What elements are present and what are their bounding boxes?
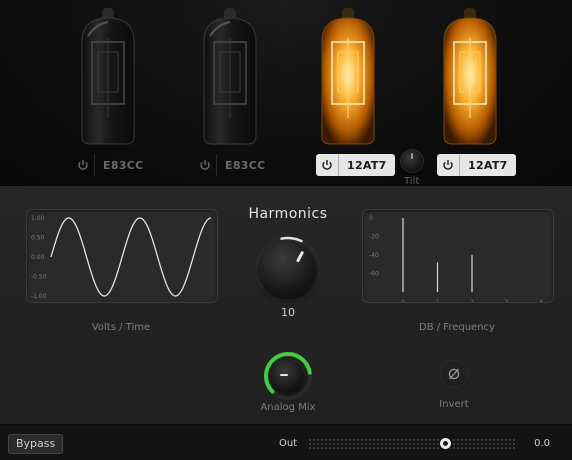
output-slider-thumb[interactable]: [440, 438, 451, 449]
spectrum-y-tick: 0: [369, 215, 373, 222]
spectrum-x-tick: 2: [470, 299, 474, 302]
spectrum-y-tick: -40: [369, 252, 379, 259]
scope-y-tick: 1.00: [31, 215, 45, 222]
tube-2-control: E83CC: [194, 154, 273, 176]
spectrum-y-tick: -20: [369, 234, 379, 241]
power-icon: [322, 160, 332, 170]
vacuum-tube-icon: [443, 8, 497, 145]
spectrum-x-tick: 4: [539, 299, 543, 302]
tube-3-control: 12AT7: [316, 154, 395, 176]
waveform-scope: 1.00 0.50 0.00 -0.50 -1.00: [26, 209, 218, 303]
harmonics-title: Harmonics: [248, 206, 328, 222]
tilt-knob[interactable]: [401, 150, 423, 172]
waveform-chart: 1.00 0.50 0.00 -0.50 -1.00: [31, 215, 212, 300]
tube-4: [434, 8, 506, 158]
analog-mix-label: Analog Mix: [260, 402, 316, 413]
scope-y-tick: 0.50: [31, 235, 45, 242]
invert-button[interactable]: [440, 360, 468, 388]
harmonics-value: 10: [281, 306, 295, 319]
phase-invert-icon: [448, 368, 460, 380]
tube-1-model-select[interactable]: E83CC: [95, 154, 151, 176]
spectrum-x-tick: 0: [401, 299, 405, 302]
plugin-window: E83CC E83CC 12AT7 Tilt 12AT7 1.00 0.50 0…: [0, 0, 572, 460]
spectrum-x-tick: 3: [505, 299, 509, 302]
spectrum-display: 0 -20 -40 -60 0 1 2 3 4: [362, 209, 554, 303]
tube-section: E83CC E83CC 12AT7 Tilt 12AT7: [0, 0, 572, 187]
scope-y-tick: -1.00: [31, 293, 47, 300]
invert-label: Invert: [439, 399, 469, 410]
waveform-caption: Volts / Time: [91, 322, 151, 333]
spectrum-y-tick: -60: [369, 271, 379, 278]
bottom-bar: Bypass Out 0.0: [0, 424, 572, 460]
analog-mix-knob[interactable]: [260, 350, 316, 400]
bypass-button[interactable]: Bypass: [8, 434, 64, 454]
power-icon: [78, 160, 88, 170]
waveform-line: [50, 217, 212, 297]
tube-1: [72, 8, 144, 158]
tube-4-model-select[interactable]: 12AT7: [460, 154, 516, 176]
tube-3-model-select[interactable]: 12AT7: [339, 154, 395, 176]
vacuum-tube-icon: [203, 8, 257, 145]
tube-3-power-button[interactable]: [316, 154, 339, 176]
scope-y-tick: -0.50: [31, 274, 47, 281]
scope-y-tick: 0.00: [31, 254, 45, 261]
output-value: 0.0: [534, 438, 550, 449]
spectrum-caption: DB / Frequency: [419, 322, 495, 333]
power-icon: [200, 160, 210, 170]
tube-2-model-select[interactable]: E83CC: [217, 154, 273, 176]
vacuum-tube-icon: [321, 8, 375, 145]
tube-3: [312, 8, 384, 158]
tube-4-power-button[interactable]: [437, 154, 460, 176]
tube-2: [194, 8, 266, 158]
tube-1-control: E83CC: [72, 154, 151, 176]
spectrum-x-tick: 1: [436, 299, 440, 302]
output-slider-track[interactable]: [308, 438, 516, 450]
vacuum-tube-icon: [81, 8, 135, 145]
output-label: Out: [279, 438, 298, 449]
tube-1-power-button[interactable]: [72, 154, 95, 176]
tube-4-control: 12AT7: [437, 154, 516, 176]
power-icon: [443, 160, 453, 170]
tube-2-power-button[interactable]: [194, 154, 217, 176]
spectrum-chart: 0 -20 -40 -60 0 1 2 3 4: [369, 215, 543, 302]
harmonics-knob[interactable]: [255, 236, 321, 302]
